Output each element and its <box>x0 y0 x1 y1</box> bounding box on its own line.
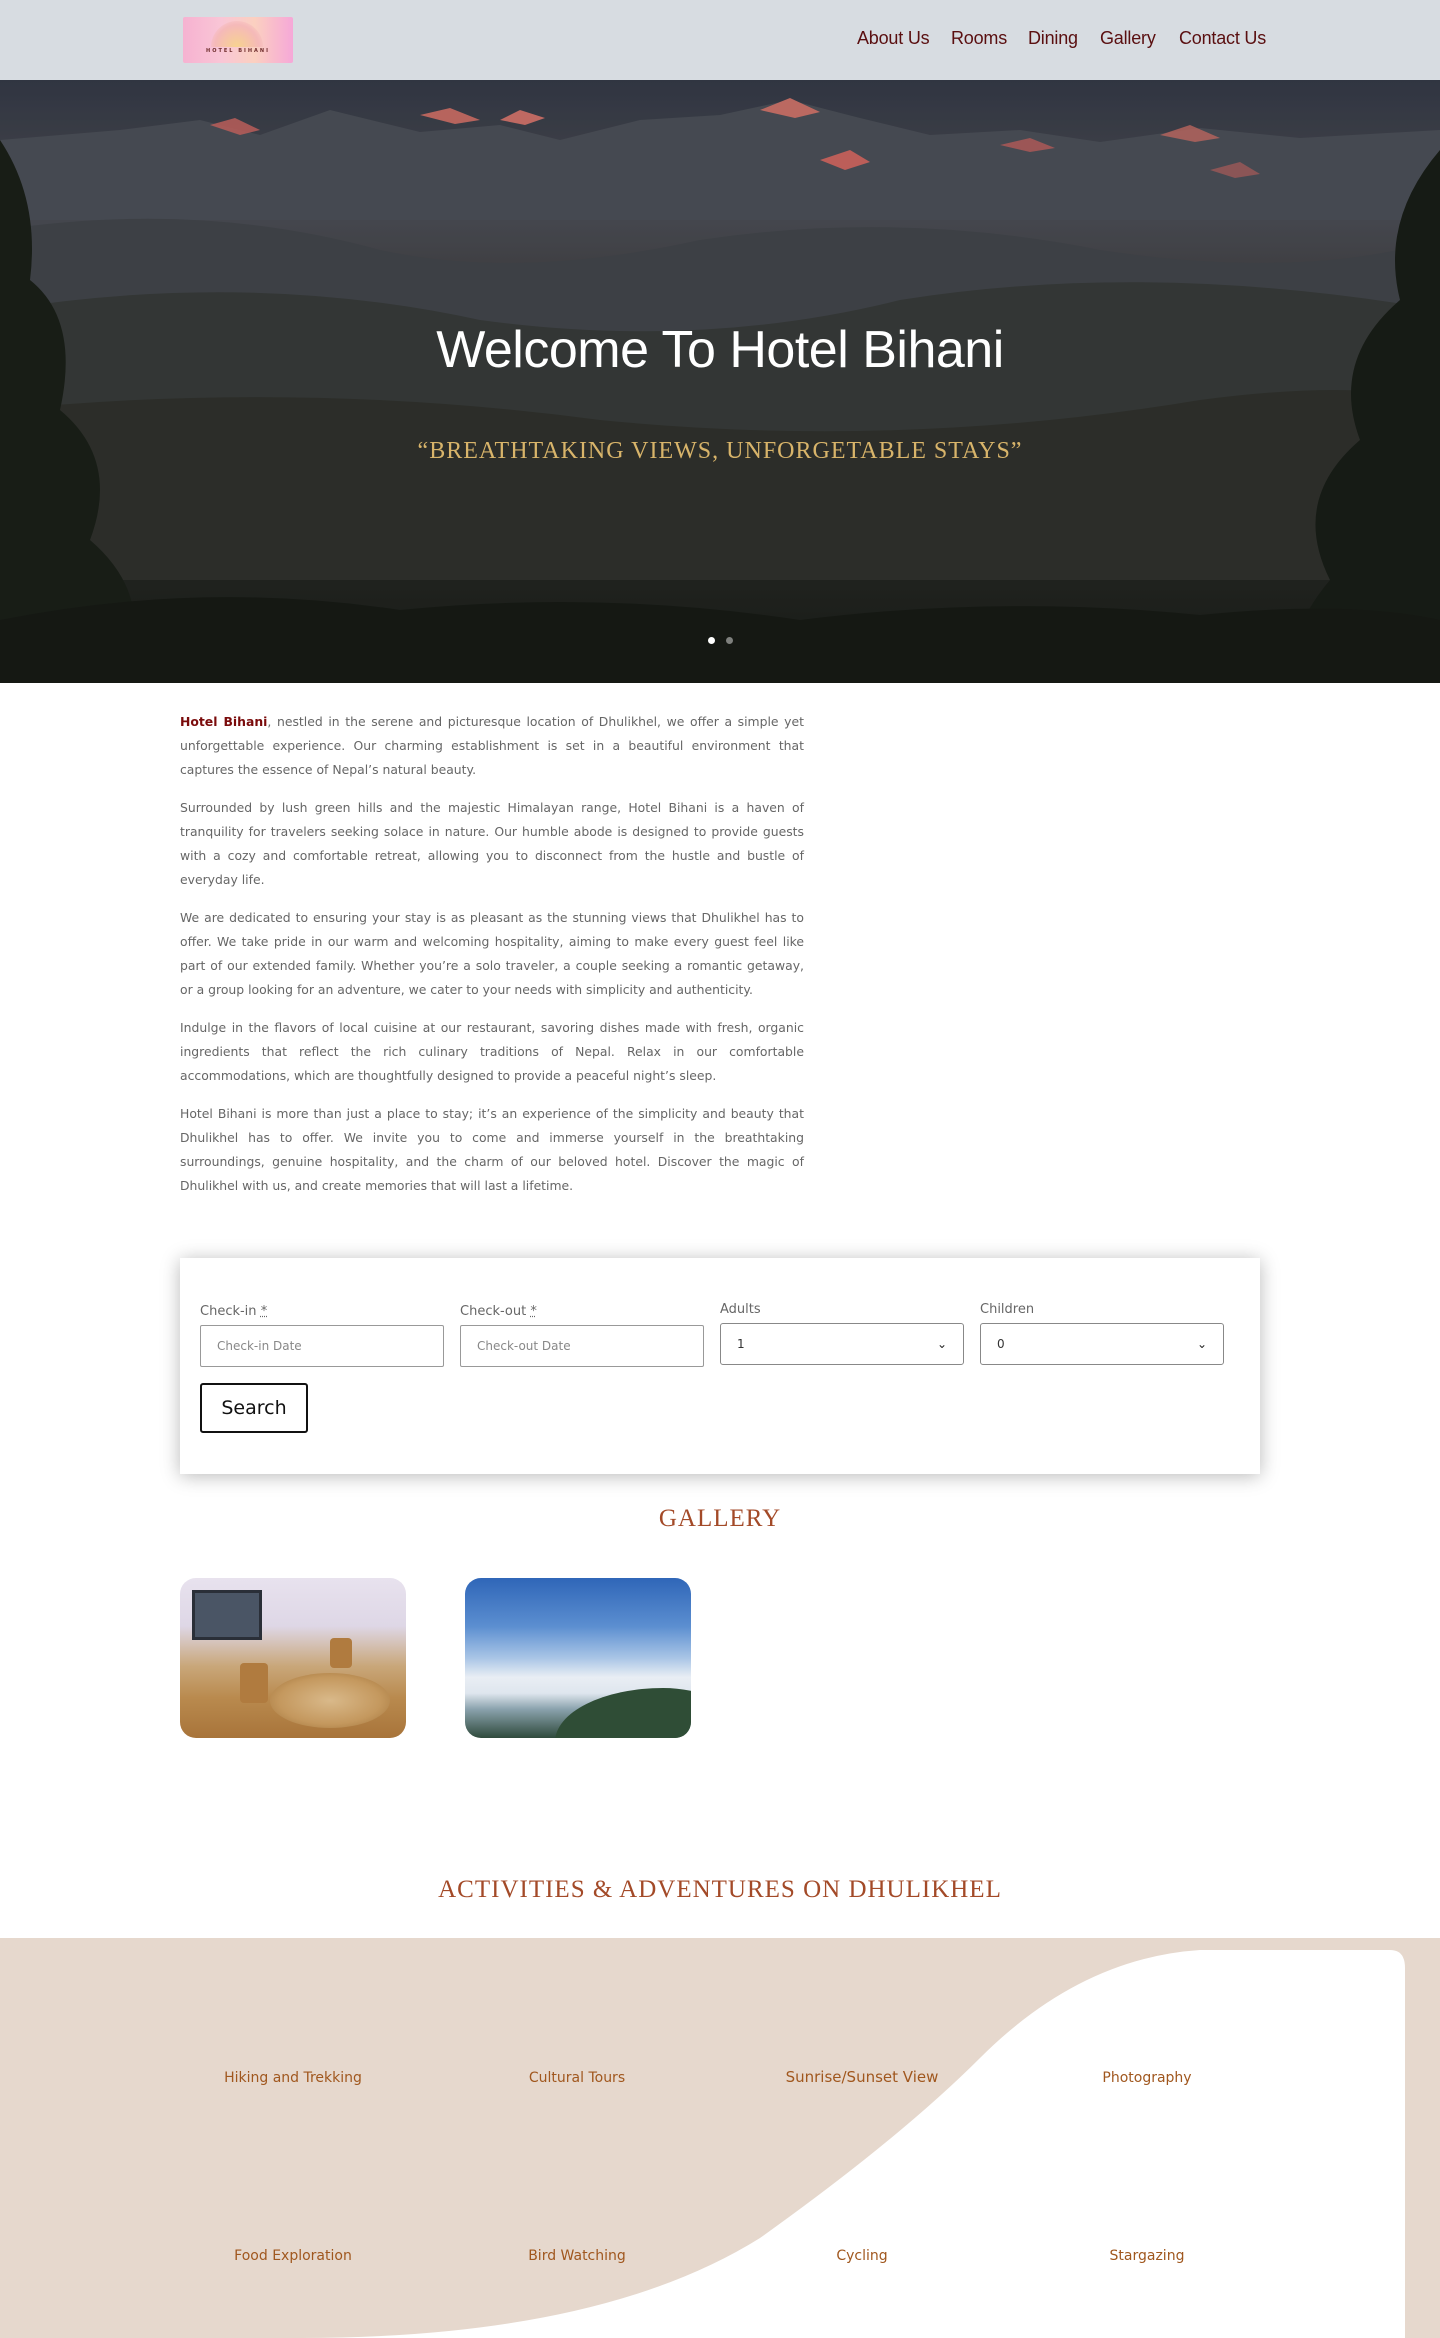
intro-paragraph-1-text: , nestled in the serene and picturesque … <box>180 714 804 777</box>
checkin-label-text: Check-in <box>200 1304 257 1319</box>
adults-field: Adults 1 ⌄ <box>720 1302 964 1365</box>
hotel-logo[interactable]: HOTEL BIHANI <box>183 17 293 63</box>
activity-photography[interactable]: Photography <box>1004 2070 1290 2086</box>
hill-shape <box>555 1688 691 1738</box>
children-value: 0 <box>997 1337 1005 1351</box>
activity-cycling[interactable]: Cycling <box>719 2248 1005 2264</box>
mountain-landscape-image <box>0 80 1440 683</box>
intro-paragraph-2: Surrounded by lush green hills and the m… <box>180 800 804 887</box>
search-button[interactable]: Search <box>200 1383 308 1433</box>
hero-title: Welcome To Hotel Bihani <box>436 321 1004 379</box>
slide-dot-1[interactable] <box>708 637 715 644</box>
chevron-down-icon: ⌄ <box>1196 1337 1207 1351</box>
hotel-name-highlight: Hotel Bihani <box>180 714 268 729</box>
chair-shape <box>240 1663 268 1703</box>
nav-rooms[interactable]: Rooms <box>951 28 1007 49</box>
activity-hiking-trekking[interactable]: Hiking and Trekking <box>150 2070 436 2086</box>
nav-gallery[interactable]: Gallery <box>1100 28 1156 49</box>
children-field: Children 0 ⌄ <box>980 1302 1224 1365</box>
gallery-title: GALLERY <box>658 1505 782 1532</box>
activity-cultural-tours[interactable]: Cultural Tours <box>434 2070 720 2086</box>
activity-stargazing[interactable]: Stargazing <box>1004 2248 1290 2264</box>
children-select[interactable]: 0 ⌄ <box>980 1323 1224 1365</box>
nav-about-us[interactable]: About Us <box>857 28 930 49</box>
gallery-image-dining-room[interactable] <box>180 1578 406 1738</box>
checkin-label: Check-in * <box>200 1304 444 1319</box>
intro-paragraph-5: Hotel Bihani is more than just a place t… <box>180 1106 804 1193</box>
nav-contact-us[interactable]: Contact Us <box>1179 28 1266 49</box>
site-header: HOTEL BIHANI About Us Rooms Dining Galle… <box>0 0 1440 80</box>
checkin-date-input[interactable]: Check-in Date <box>200 1325 444 1367</box>
chair-shape <box>330 1638 352 1668</box>
adults-select[interactable]: 1 ⌄ <box>720 1323 964 1365</box>
hero-subtitle: “BREATHTAKING VIEWS, UNFORGETABLE STAYS” <box>417 438 1023 464</box>
activities-section: Hiking and Trekking Cultural Tours Sunri… <box>0 1938 1440 2338</box>
table-shape <box>270 1673 390 1728</box>
intro-paragraph-1: Hotel Bihani, nestled in the serene and … <box>180 710 804 782</box>
required-mark: * <box>530 1304 537 1319</box>
logo-text: HOTEL BIHANI <box>206 48 270 54</box>
adults-label: Adults <box>720 1302 761 1317</box>
activity-food-exploration[interactable]: Food Exploration <box>150 2248 436 2264</box>
booking-form: Check-in * Check-in Date Check-out * Che… <box>180 1258 1260 1474</box>
gallery-image-cloud-view[interactable] <box>465 1578 691 1738</box>
intro-paragraph-4: Indulge in the flavors of local cuisine … <box>180 1020 804 1083</box>
chevron-down-icon: ⌄ <box>936 1337 947 1351</box>
activities-title: ACTIVITIES & ADVENTURES ON DHULIKHEL <box>438 1876 1002 1903</box>
slide-dot-2[interactable] <box>726 637 733 644</box>
checkout-label-text: Check-out <box>460 1304 527 1319</box>
required-mark: * <box>260 1304 268 1319</box>
checkout-date-input[interactable]: Check-out Date <box>460 1325 704 1367</box>
activity-sunrise-sunset-view[interactable]: Sunrise/Sunset View <box>719 2068 1005 2086</box>
checkout-field: Check-out * Check-out Date <box>460 1304 704 1367</box>
activity-bird-watching[interactable]: Bird Watching <box>434 2248 720 2264</box>
adults-value: 1 <box>737 1337 745 1351</box>
nav-dining[interactable]: Dining <box>1028 28 1078 49</box>
children-label: Children <box>980 1302 1035 1317</box>
wave-decoration <box>300 1950 1405 2338</box>
checkout-label: Check-out * <box>460 1304 704 1319</box>
intro-paragraph-3: We are dedicated to ensuring your stay i… <box>180 910 804 997</box>
sun-logo-icon <box>211 21 263 47</box>
intro-section: Hotel Bihani, nestled in the serene and … <box>180 710 804 1212</box>
window-shape <box>192 1590 262 1640</box>
checkin-field: Check-in * Check-in Date <box>200 1304 444 1367</box>
hero-slider[interactable]: Welcome To Hotel Bihani “BREATHTAKING VI… <box>0 80 1440 683</box>
